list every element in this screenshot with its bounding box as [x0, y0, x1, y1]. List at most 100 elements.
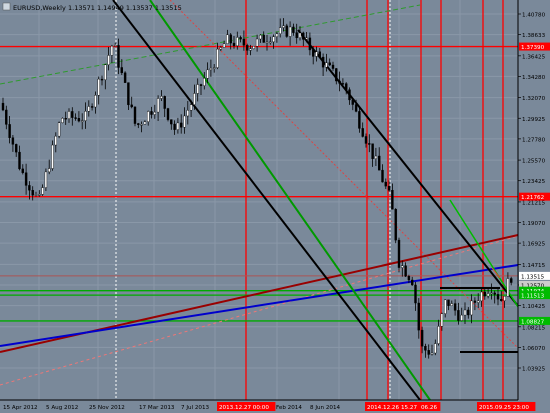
chart-header: EURUSD,Weekly 1.13571 1.14949 1.13537 1.1…	[2, 2, 182, 12]
bear-candle	[368, 143, 371, 145]
bull-candle	[206, 69, 209, 79]
bull-candle	[54, 135, 57, 146]
price-highlight-label: 1.11513	[521, 294, 545, 300]
bear-candle	[1, 102, 5, 111]
bear-candle	[74, 117, 77, 119]
chart-window[interactable]: EURUSD,Weekly 1.13571 1.14949 1.13537 1.1…	[0, 0, 550, 413]
time-axis: 15 Apr 2012 5 Aug 2012 25 Nov 2012 17 Mar 2…	[0, 399, 550, 413]
bull-candle	[269, 41, 272, 44]
bull-candle	[44, 171, 48, 188]
bull-candle	[57, 122, 61, 137]
bear-candle	[384, 181, 387, 187]
bull-candle	[236, 37, 239, 47]
bull-candle	[107, 55, 110, 65]
bull-candle	[282, 25, 285, 28]
bull-candle	[94, 95, 97, 108]
bull-candle	[216, 48, 219, 68]
time-tick-label: 06.26	[421, 405, 437, 411]
bear-candle	[351, 99, 354, 105]
bear-candle	[387, 185, 391, 191]
bull-candle	[140, 124, 143, 126]
bear-candle	[417, 302, 420, 331]
bull-candle	[104, 64, 107, 80]
bear-candle	[308, 37, 312, 51]
bull-candle	[374, 155, 378, 159]
price-tick-label: 1.34280	[522, 75, 546, 81]
bull-candle	[503, 296, 506, 301]
price-chart[interactable]: EURUSD,Weekly 1.13571 1.14949 1.13537 1.1…	[0, 0, 550, 413]
bear-candle	[292, 26, 295, 33]
bear-candle	[133, 106, 137, 124]
bull-candle	[305, 37, 308, 40]
bear-candle	[496, 294, 500, 300]
bear-candle	[31, 190, 34, 196]
price-tick-label: 1.38633	[522, 33, 546, 39]
bear-candle	[5, 109, 8, 125]
symbol-icon	[2, 2, 11, 11]
bear-candle	[335, 68, 338, 82]
bear-candle	[312, 49, 315, 57]
bull-candle	[209, 67, 213, 71]
bull-candle	[325, 62, 328, 68]
bear-candle	[354, 104, 358, 112]
bear-candle	[424, 345, 427, 351]
price-tick-label: 1.21215	[522, 200, 546, 206]
bull-candle	[41, 187, 44, 195]
bull-candle	[437, 326, 440, 344]
bull-candle	[61, 118, 64, 123]
bull-candle	[440, 313, 444, 327]
price-highlight-label: 1.08827	[521, 319, 545, 325]
bear-candle	[245, 45, 249, 51]
bull-candle	[176, 122, 180, 130]
price-tick-label: 1.29925	[522, 117, 546, 123]
bear-candle	[262, 34, 265, 43]
bear-candle	[345, 83, 348, 90]
bear-candle	[414, 284, 417, 304]
bear-candle	[163, 96, 166, 109]
bear-candle	[338, 80, 341, 84]
price-highlight-label: 1.21762	[521, 195, 544, 201]
price-axis: 1.40780 1.38633 1.36425 1.34280 1.32070 1.299…	[517, 0, 550, 413]
bull-candle	[434, 343, 437, 354]
bear-candle	[348, 89, 351, 101]
bull-candle	[193, 93, 196, 105]
bear-candle	[391, 190, 394, 210]
bear-candle	[11, 137, 15, 145]
time-tick-label: 2013.12.27 00:00	[219, 405, 269, 411]
price-tick-label: 1.27780	[522, 137, 546, 143]
bull-candle	[48, 168, 51, 173]
bull-candle	[146, 111, 150, 122]
price-tick-label: 1.32070	[522, 96, 546, 102]
bull-candle	[183, 115, 186, 128]
bear-candle	[71, 111, 74, 118]
bear-candle	[404, 265, 407, 277]
time-tick-label: Feb 2014	[276, 405, 302, 411]
bear-candle	[8, 124, 11, 138]
bear-candle	[130, 104, 133, 108]
bear-candle	[457, 310, 460, 321]
bull-candle	[143, 121, 147, 125]
bull-candle	[226, 34, 229, 44]
bull-candle	[460, 314, 463, 321]
price-tick-label: 1.03925	[522, 367, 546, 373]
bear-candle	[77, 118, 81, 122]
bull-candle	[255, 38, 259, 47]
bear-candle	[64, 118, 67, 120]
bear-candle	[123, 72, 127, 83]
price-tick-label: 1.40780	[522, 13, 546, 19]
bear-candle	[170, 119, 173, 125]
bear-candle	[173, 123, 176, 130]
bull-candle	[153, 111, 157, 115]
bull-candle	[401, 265, 404, 268]
time-tick-label: 25 Nov 2012	[89, 405, 125, 411]
bear-candle	[420, 329, 424, 347]
bull-candle	[38, 194, 41, 196]
bull-candle	[486, 293, 490, 297]
bear-candle	[473, 300, 477, 303]
bear-candle	[321, 56, 325, 68]
bull-candle	[113, 45, 117, 47]
bull-candle	[80, 120, 84, 122]
bull-candle	[470, 300, 473, 316]
bull-candle	[84, 111, 87, 121]
bear-candle	[381, 169, 384, 183]
